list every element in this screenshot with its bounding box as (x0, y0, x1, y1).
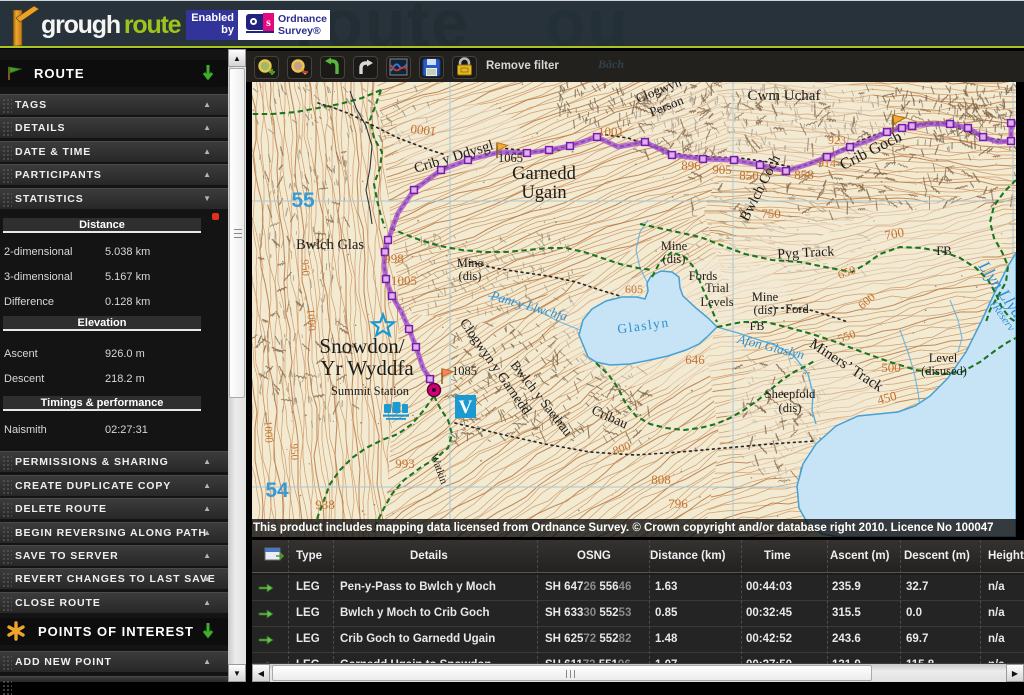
svg-text:Mine: Mine (752, 290, 779, 304)
svg-text:Ford: Ford (785, 302, 809, 316)
svg-text:Snowdon/: Snowdon/ (319, 334, 404, 358)
svg-text:938: 938 (315, 497, 335, 512)
svg-text:923: 923 (828, 133, 846, 147)
svg-text:Cwm Uchaf: Cwm Uchaf (748, 88, 821, 104)
svg-text:Summit Station: Summit Station (331, 384, 410, 398)
svg-text:1005: 1005 (391, 273, 417, 288)
svg-text:796: 796 (668, 496, 688, 511)
svg-text:896: 896 (681, 158, 701, 173)
svg-text:55: 55 (291, 189, 315, 212)
svg-text:(dis): (dis) (754, 303, 777, 317)
svg-text:Mine: Mine (661, 239, 688, 253)
svg-text:Trial: Trial (705, 281, 729, 295)
svg-text:858: 858 (794, 167, 814, 182)
svg-text:Sheepfold: Sheepfold (765, 387, 816, 401)
svg-text:605: 605 (625, 282, 643, 296)
svg-text:850: 850 (739, 168, 759, 183)
svg-text:Mine: Mine (457, 256, 484, 270)
svg-text:1085: 1085 (452, 364, 477, 378)
svg-text:Ugain: Ugain (521, 183, 566, 203)
svg-text:(dis): (dis) (459, 269, 482, 283)
svg-text:Bwlch Glas: Bwlch Glas (296, 237, 364, 253)
svg-text:Garnedd: Garnedd (512, 164, 576, 184)
svg-text:FB: FB (936, 244, 951, 258)
svg-text:V: V (459, 397, 473, 418)
svg-text:Pyg Track: Pyg Track (777, 245, 835, 263)
svg-text:FB: FB (750, 319, 765, 333)
svg-text:808: 808 (651, 472, 671, 487)
svg-text:(dis): (dis) (779, 401, 802, 415)
svg-text:Level: Level (929, 351, 958, 365)
svg-text:950: 950 (298, 259, 311, 277)
svg-text:950: 950 (288, 443, 301, 461)
svg-text:750: 750 (761, 206, 781, 221)
svg-text:1000: 1000 (261, 421, 274, 444)
svg-text:998: 998 (384, 251, 404, 266)
svg-text:(dis): (dis) (663, 252, 686, 266)
svg-text:1001: 1001 (598, 124, 624, 139)
svg-text:1000: 1000 (304, 308, 318, 331)
svg-text:914: 914 (818, 156, 836, 170)
svg-text:Yr Wyddfa: Yr Wyddfa (320, 356, 414, 380)
svg-text:1065: 1065 (498, 151, 523, 165)
svg-text:(disused): (disused) (921, 364, 967, 378)
svg-text:905: 905 (712, 162, 732, 177)
svg-text:500: 500 (881, 360, 901, 375)
svg-text:646: 646 (685, 352, 705, 367)
svg-text:Levels: Levels (700, 295, 733, 309)
svg-text:54: 54 (265, 479, 289, 502)
svg-text:993: 993 (395, 456, 415, 471)
svg-text:1000: 1000 (410, 121, 438, 139)
